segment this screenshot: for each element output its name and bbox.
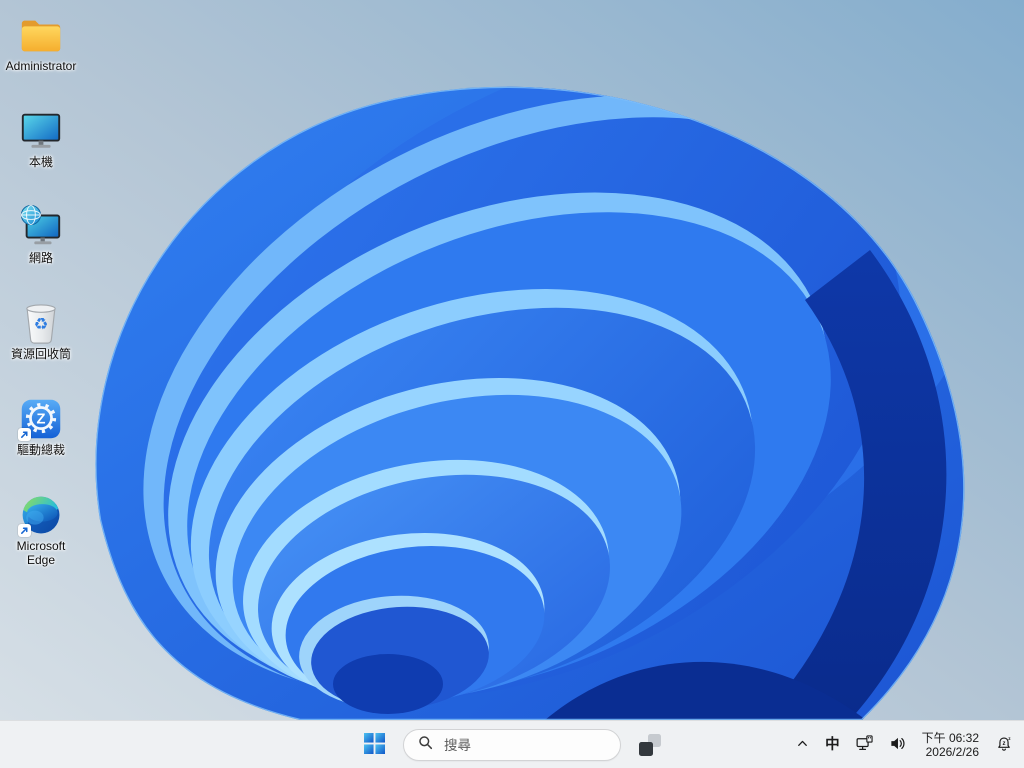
taskbar-center-group: [354, 721, 670, 768]
chevron-up-icon: [796, 737, 809, 753]
task-view-button[interactable]: [630, 725, 670, 765]
wallpaper-bloom-image: [0, 0, 1024, 720]
network-icon: [18, 204, 64, 250]
desktop-icon-network[interactable]: 網路: [1, 204, 81, 300]
bell-do-not-disturb-icon: z z: [995, 735, 1013, 756]
desktop-icon-this-pc[interactable]: 本機: [1, 108, 81, 204]
svg-text:z: z: [1002, 741, 1005, 747]
desktop: Administrator 本機 網路 ♻ 資源回收筒 Z 驅動總裁 Micro…: [0, 0, 1024, 720]
tray-overflow-button[interactable]: [789, 725, 816, 765]
ime-indicator[interactable]: 中: [818, 725, 847, 765]
volume-tray-button[interactable]: [882, 725, 913, 765]
folder-icon: [18, 12, 64, 58]
desktop-icon-driver-app[interactable]: Z 驅動總裁: [1, 396, 81, 492]
desktop-icon-column: Administrator 本機 網路 ♻ 資源回收筒 Z 驅動總裁 Micro…: [1, 12, 81, 588]
desktop-icon-administrator[interactable]: Administrator: [1, 12, 81, 108]
system-tray: 中 下午 06:32 2026/2/26 z z: [789, 721, 1020, 768]
search-input[interactable]: [442, 736, 623, 754]
desktop-icon-microsoft-edge[interactable]: Microsoft Edge: [1, 492, 81, 588]
shortcut-arrow-icon: [18, 428, 31, 441]
network-tray-button[interactable]: [849, 725, 880, 765]
search-icon: [418, 735, 433, 755]
desktop-icon-label: Administrator: [5, 59, 77, 73]
start-button[interactable]: [354, 725, 394, 765]
windows-logo-icon: [363, 733, 385, 757]
notification-center-button[interactable]: z z: [988, 725, 1020, 765]
desktop-icon-label: 驅動總裁: [16, 443, 65, 457]
clock-time: 下午 06:32: [921, 730, 979, 745]
task-view-icon: [639, 734, 661, 756]
desktop-icon-label: 資源回收筒: [10, 347, 71, 361]
this-pc-icon: [18, 108, 64, 154]
svg-text:Z: Z: [37, 412, 46, 428]
screen: Administrator 本機 網路 ♻ 資源回收筒 Z 驅動總裁 Micro…: [0, 0, 1024, 768]
svg-text:z: z: [1008, 736, 1011, 741]
ethernet-network-icon: [856, 735, 873, 755]
desktop-icon-label: Microsoft Edge: [16, 539, 66, 567]
desktop-icon-label: 網路: [28, 251, 53, 265]
recycle-bin-icon: ♻: [18, 300, 64, 346]
driver-app-icon: Z: [18, 396, 64, 442]
desktop-icon-label: 本機: [28, 155, 53, 169]
speaker-icon: [889, 735, 906, 755]
svg-text:♻: ♻: [34, 315, 49, 334]
edge-icon: [18, 492, 64, 538]
taskbar: 中: [0, 720, 1024, 768]
search-box[interactable]: [403, 729, 623, 761]
clock-date: 2026/2/26: [925, 744, 979, 759]
desktop-icon-recycle-bin[interactable]: ♻ 資源回收筒: [1, 300, 81, 396]
clock[interactable]: 下午 06:32 2026/2/26: [915, 725, 986, 765]
shortcut-arrow-icon: [18, 524, 31, 537]
